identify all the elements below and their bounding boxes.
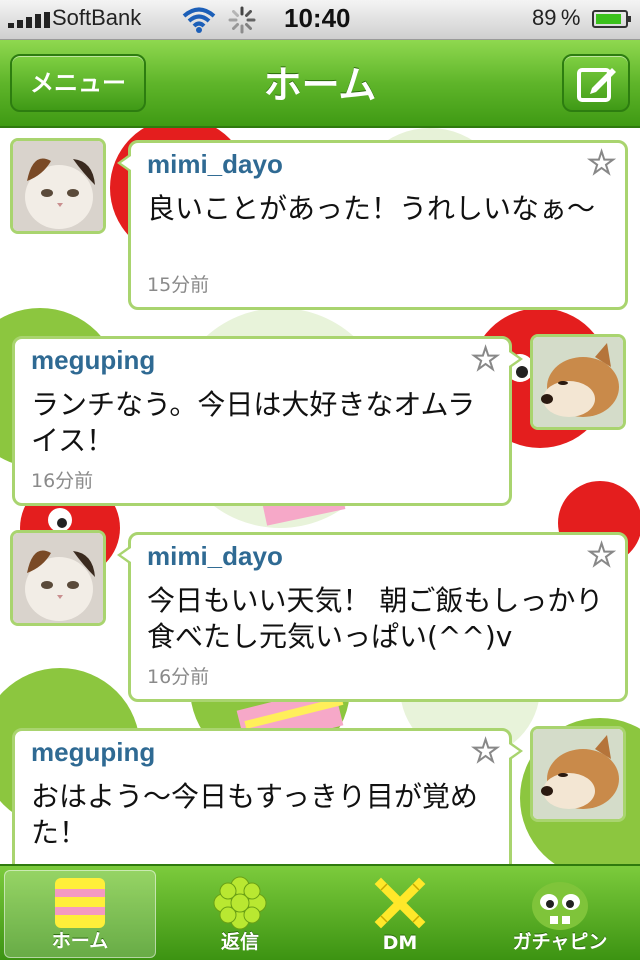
cross-dm-icon: [374, 877, 426, 929]
post-timestamp: 16分前: [147, 666, 210, 688]
post-text: ランチなう。今日は大好きなオムライス！: [31, 388, 476, 457]
post-username[interactable]: mimi_dayo: [147, 541, 283, 572]
post-bubble[interactable]: meguping ★ おはよう〜今日もすっきり目が覚めた！: [12, 728, 523, 864]
post-text: 良いことがあった！うれしいなぁ〜: [147, 192, 596, 225]
avatar[interactable]: [530, 334, 626, 430]
tab-dm[interactable]: DM: [324, 870, 476, 958]
post-bubble[interactable]: meguping ★ ランチなう。今日は大好きなオムライス！ 16分前: [12, 336, 523, 506]
page-title: ホーム: [263, 63, 377, 107]
post-username[interactable]: meguping: [31, 345, 155, 376]
post-username[interactable]: mimi_dayo: [147, 149, 283, 180]
compose-button[interactable]: [562, 54, 630, 112]
favorite-star-icon[interactable]: ★: [471, 344, 500, 376]
tab-label: DM: [382, 932, 418, 954]
activity-spinner-icon: [228, 6, 256, 34]
cat-avatar-icon: [13, 533, 103, 623]
cat-avatar-icon: [13, 141, 103, 231]
status-time: 10:40: [284, 3, 351, 33]
tab-gachapin[interactable]: ガチャピン: [484, 870, 636, 958]
gachapin-face-icon: [532, 882, 588, 930]
favorite-star-icon[interactable]: ★: [471, 736, 500, 768]
battery-percent: 89 %: [532, 5, 581, 30]
favorite-star-icon[interactable]: ★: [587, 148, 616, 180]
favorite-star-icon[interactable]: ★: [587, 540, 616, 572]
post-bubble[interactable]: mimi_dayo ★ 今日もいい天気！ 朝ご飯もしっかり食べたし元気いっぱい(…: [117, 532, 628, 702]
compose-icon: [577, 68, 616, 102]
post-text: おはよう〜今日もすっきり目が覚めた！: [31, 780, 478, 849]
battery-icon: [592, 10, 631, 28]
tab-bar: ホーム 返信 DM ガチャピン: [0, 864, 640, 960]
post-bubble[interactable]: mimi_dayo ★ 良いことがあった！うれしいなぁ〜 15分前: [117, 140, 628, 310]
carrier-name: SoftBank: [52, 5, 142, 30]
tab-reply[interactable]: 返信: [164, 870, 316, 958]
tab-label: ガチャピン: [512, 931, 608, 953]
post-timestamp: 15分前: [147, 274, 210, 296]
flower-reply-icon: [213, 876, 267, 930]
wifi-icon: [182, 7, 216, 33]
post-timestamp: 16分前: [31, 470, 94, 492]
navigation-bar: メニュー ホーム: [0, 40, 640, 128]
dog-avatar-icon: [533, 337, 623, 427]
avatar[interactable]: [530, 726, 626, 822]
tab-label: ホーム: [51, 930, 109, 952]
tab-label: 返信: [220, 931, 259, 953]
post-text: 今日もいい天気！ 朝ご飯もしっかり食べたし元気いっぱい(^^)v: [147, 584, 604, 653]
dog-avatar-icon: [533, 729, 623, 819]
status-bar: SoftBank 10:40 89 %: [0, 0, 640, 40]
post-username[interactable]: meguping: [31, 737, 155, 768]
home-stripes-icon: [55, 878, 105, 928]
avatar[interactable]: [10, 138, 106, 234]
signal-icon: [8, 12, 50, 28]
timeline[interactable]: mimi_dayo ★ 良いことがあった！うれしいなぁ〜 15分前 megupi…: [0, 128, 640, 864]
tab-home[interactable]: ホーム: [4, 870, 156, 958]
avatar[interactable]: [10, 530, 106, 626]
